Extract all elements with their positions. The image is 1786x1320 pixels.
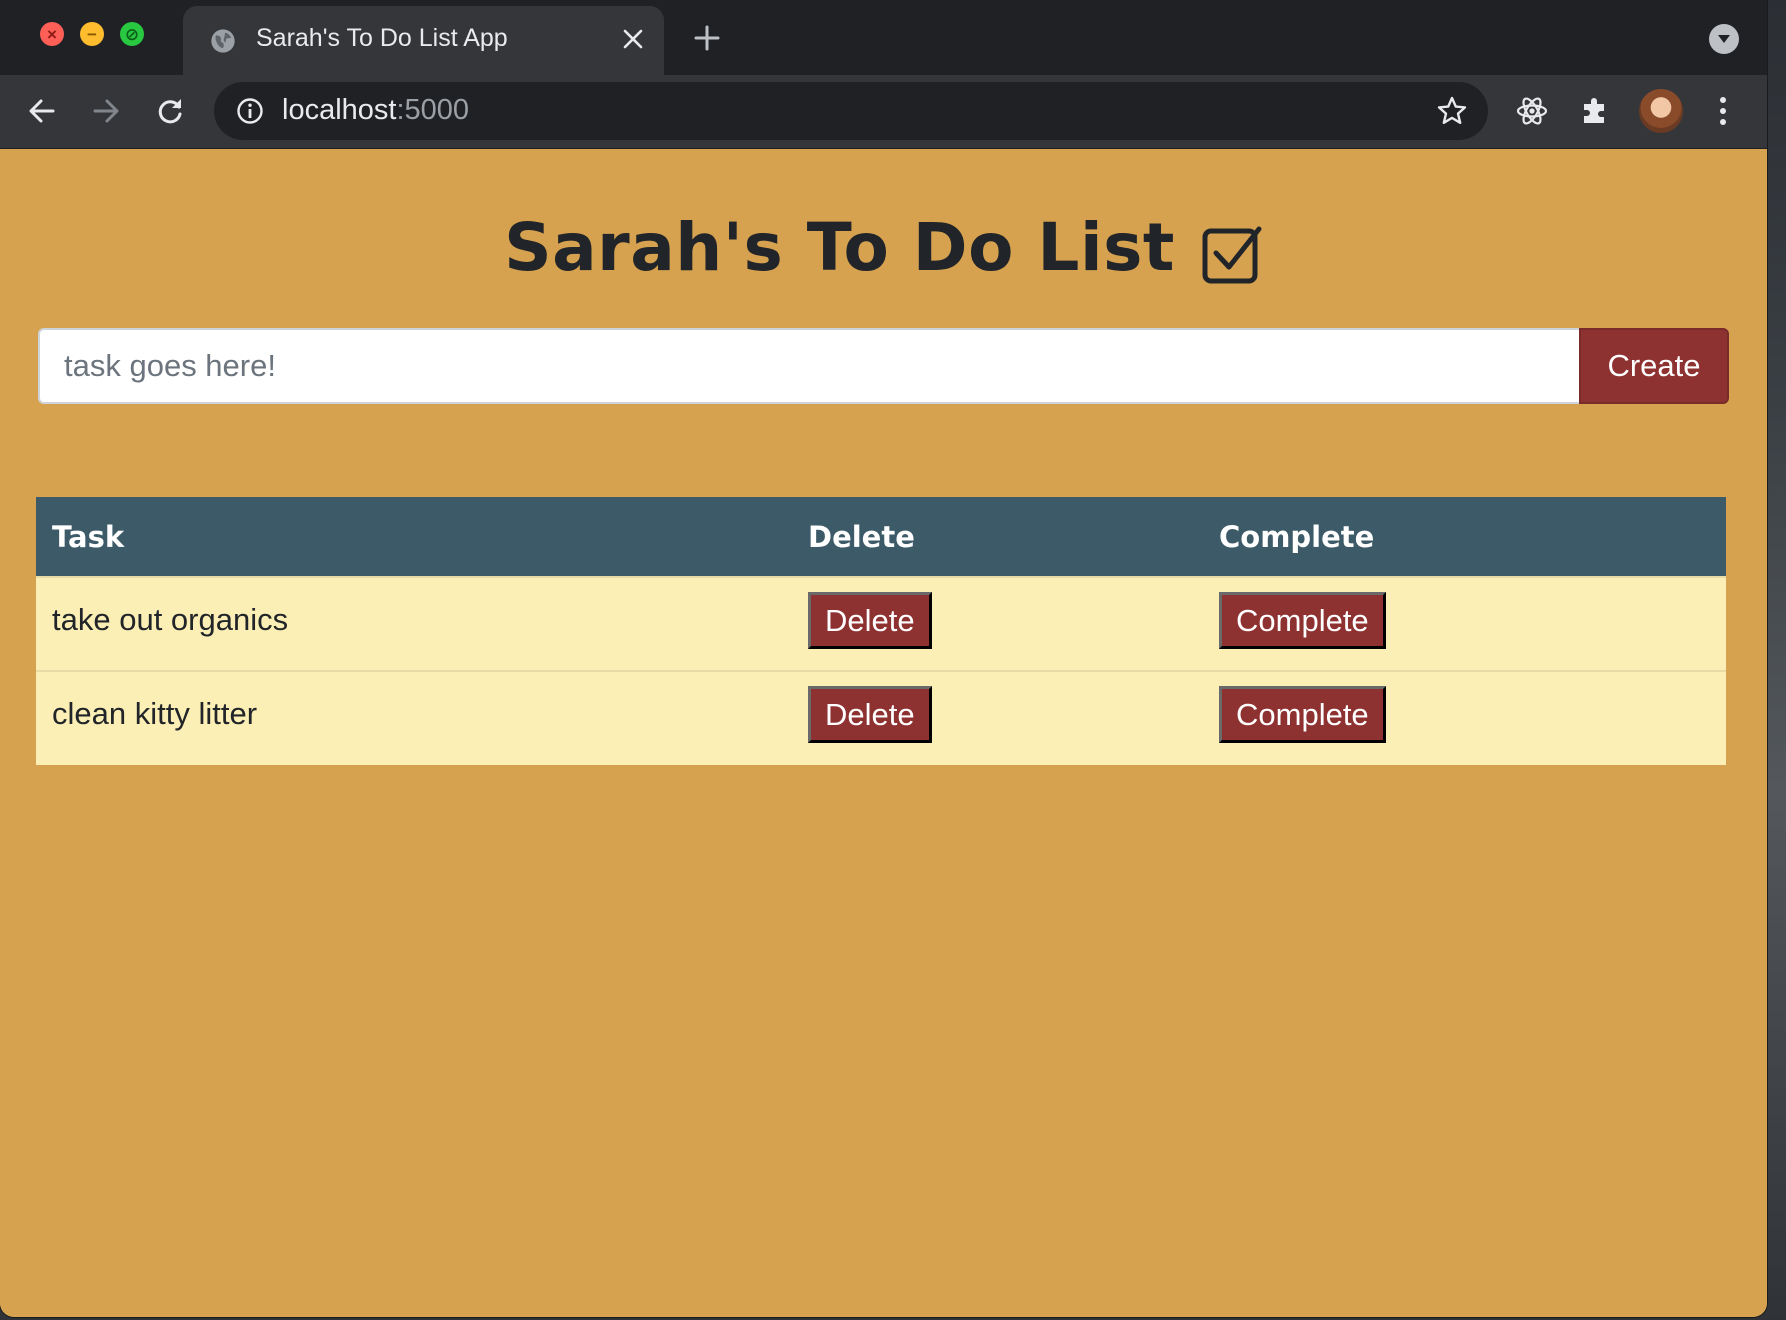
globe-icon	[211, 29, 235, 53]
delete-button[interactable]: Delete	[808, 592, 932, 649]
page-content: Sarah's To Do List Create Task Delete Co…	[0, 149, 1767, 1317]
complete-cell: Complete	[1203, 577, 1726, 671]
new-tab-icon[interactable]	[691, 22, 723, 54]
browser-toolbar: localhost:5000	[0, 75, 1767, 149]
more-vert-icon[interactable]	[1703, 91, 1743, 131]
tab-title: Sarah's To Do List App	[256, 24, 508, 52]
tab-strip: × − ⊘ Sarah's To Do List App	[0, 0, 1767, 75]
column-header-complete: Complete	[1219, 519, 1375, 554]
url-port: :5000	[396, 94, 470, 126]
arrow-left-icon[interactable]	[22, 91, 62, 131]
tab-search-icon[interactable]	[1709, 24, 1739, 54]
task-cell: take out organics	[36, 577, 792, 671]
window-zoom-icon[interactable]: ⊘	[120, 22, 144, 46]
page-title: Sarah's To Do List	[504, 209, 1175, 286]
window-minimize-icon[interactable]: −	[80, 22, 104, 46]
window-close-icon[interactable]: ×	[40, 22, 64, 46]
complete-button[interactable]: Complete	[1219, 686, 1386, 743]
browser-window: × − ⊘ Sarah's To Do List App localhost:5…	[0, 0, 1767, 1317]
complete-button[interactable]: Complete	[1219, 592, 1386, 649]
task-table: Task Delete Complete take out organics D…	[36, 497, 1726, 765]
tab-close-icon[interactable]	[617, 23, 649, 55]
task-cell: clean kitty litter	[36, 671, 792, 765]
task-text: clean kitty litter	[52, 696, 258, 731]
delete-cell: Delete	[792, 671, 1203, 765]
url-text: localhost:5000	[282, 94, 469, 127]
url-host: localhost	[282, 94, 397, 126]
delete-button[interactable]: Delete	[808, 686, 932, 743]
address-bar[interactable]: localhost:5000	[214, 82, 1488, 140]
column-header-delete: Delete	[808, 519, 915, 554]
puzzle-icon[interactable]	[1575, 91, 1615, 131]
table-row: clean kitty litter Delete Complete	[36, 671, 1726, 765]
create-button[interactable]: Create	[1579, 328, 1729, 404]
delete-cell: Delete	[792, 577, 1203, 671]
checkbox-checked-icon	[1202, 226, 1262, 283]
table-row: take out organics Delete Complete	[36, 577, 1726, 671]
reload-icon[interactable]	[150, 91, 190, 131]
task-text: take out organics	[52, 602, 289, 637]
profile-avatar[interactable]	[1639, 89, 1683, 133]
tab-active[interactable]: Sarah's To Do List App	[183, 6, 664, 75]
create-task-form: Create	[38, 328, 1729, 404]
title-row: Sarah's To Do List	[0, 209, 1767, 286]
task-input[interactable]	[38, 328, 1579, 404]
star-icon[interactable]	[1436, 95, 1468, 127]
complete-cell: Complete	[1203, 671, 1726, 765]
table-header-row: Task Delete Complete	[36, 497, 1726, 577]
atom-icon[interactable]	[1512, 91, 1552, 131]
info-icon[interactable]	[236, 97, 264, 125]
column-header-task: Task	[52, 519, 125, 554]
arrow-right-icon[interactable]	[86, 91, 126, 131]
